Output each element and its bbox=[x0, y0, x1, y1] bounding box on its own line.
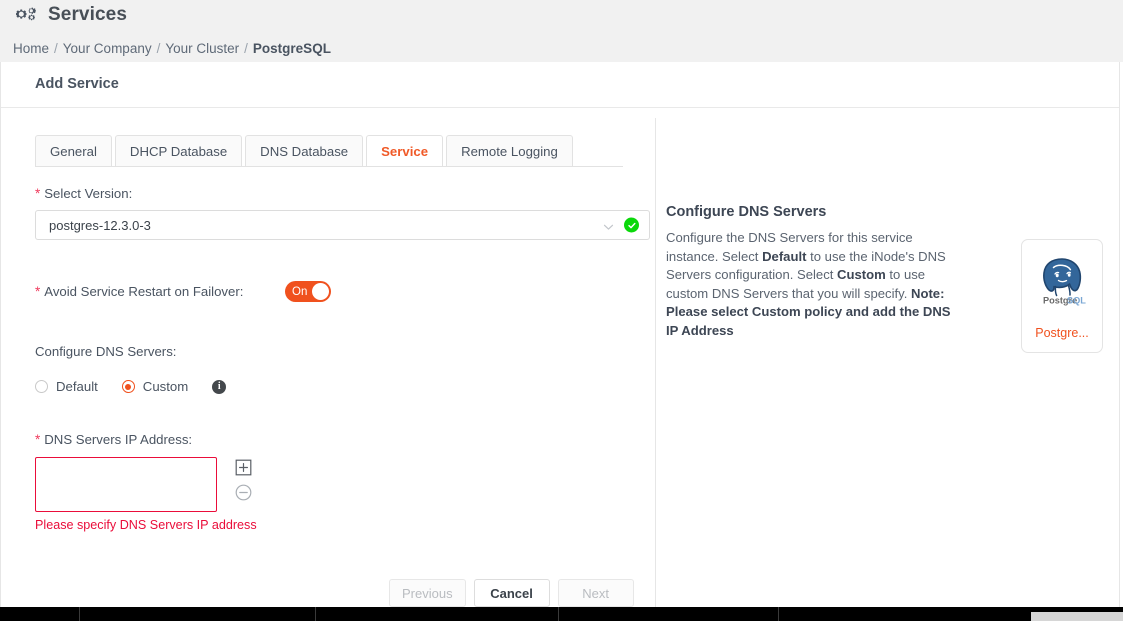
taskbar-start-area[interactable] bbox=[0, 607, 78, 621]
dns-ip-label-text: DNS Servers IP Address bbox=[44, 432, 189, 447]
tab-label: Service bbox=[381, 143, 429, 159]
help-emphasis: Default bbox=[762, 248, 807, 264]
wizard-button-row: Previous Cancel Next bbox=[389, 579, 634, 607]
radio-indicator bbox=[121, 380, 135, 393]
taskbar-separator bbox=[778, 607, 779, 621]
breadcrumb-separator: / bbox=[156, 41, 161, 56]
required-marker: * bbox=[35, 186, 41, 201]
radio-option-label: Default bbox=[56, 379, 98, 394]
cancel-button[interactable]: Cancel bbox=[473, 579, 550, 607]
breadcrumb-item-your-company[interactable]: Your Company bbox=[63, 41, 152, 56]
avoid-restart-label-text: Avoid Service Restart on Failover bbox=[44, 284, 240, 299]
previous-button: Previous bbox=[389, 579, 466, 607]
dns-ip-textarea[interactable] bbox=[35, 457, 217, 512]
app-root: Services Home / Your Company / Your Cluster /… bbox=[0, 0, 1123, 621]
radio-indicator bbox=[35, 380, 48, 393]
breadcrumb: Home / Your Company / Your Cluster / PostgreSQ… bbox=[13, 41, 331, 56]
card-header: Add Service bbox=[1, 62, 1119, 108]
help-panel-body: Configure the DNS Servers for this servi… bbox=[666, 229, 956, 341]
page-title: Services bbox=[48, 4, 127, 25]
taskbar-tray-area[interactable] bbox=[1031, 612, 1123, 621]
help-panel: Configure DNS Servers Configure the DNS … bbox=[666, 204, 956, 341]
tab-label: DNS Database bbox=[260, 143, 349, 159]
card-title: Add Service bbox=[35, 76, 119, 92]
radio-option-custom[interactable]: Custom bbox=[121, 379, 189, 394]
service-tile-caption: Postgre... bbox=[1035, 326, 1089, 340]
select-version-value: postgres-12.3.0-3 bbox=[49, 217, 151, 233]
dns-ip-row-controls bbox=[235, 457, 252, 501]
help-panel-title: Configure DNS Servers bbox=[666, 204, 827, 220]
tab-bar: General DHCP Database DNS Database Service R… bbox=[35, 134, 576, 167]
configure-dns-label-text: Configure DNS Servers bbox=[35, 344, 173, 359]
select-version-colon: : bbox=[128, 186, 133, 201]
tab-label: Remote Logging bbox=[461, 143, 558, 159]
tab-service[interactable]: Service bbox=[366, 135, 444, 167]
avoid-restart-row: * Avoid Service Restart on Failover : On bbox=[35, 281, 635, 302]
breadcrumb-item-postgresql: PostgreSQL bbox=[252, 41, 331, 56]
cogs-icon bbox=[14, 5, 40, 25]
dns-ip-input-row bbox=[35, 457, 635, 512]
help-emphasis: Custom bbox=[837, 267, 886, 283]
plus-square-icon[interactable] bbox=[235, 459, 252, 476]
breadcrumb-item-home[interactable]: Home bbox=[13, 41, 49, 56]
radio-option-label: Custom bbox=[142, 379, 189, 394]
select-version-dropdown[interactable]: postgres-12.3.0-3 bbox=[35, 210, 650, 240]
postgresql-logo-icon: Postgre SQL bbox=[1034, 254, 1090, 310]
panel-divider bbox=[655, 118, 656, 607]
main-card: Add Service General DHCP Database DNS Data… bbox=[0, 62, 1120, 607]
tab-dhcp-database[interactable]: DHCP Database bbox=[114, 135, 243, 167]
button-label: Cancel bbox=[490, 585, 533, 601]
chevron-down-icon[interactable] bbox=[603, 220, 614, 231]
toggle-knob bbox=[312, 283, 329, 300]
avoid-restart-colon: : bbox=[239, 284, 244, 299]
os-taskbar[interactable] bbox=[0, 607, 1123, 621]
configure-dns-colon: : bbox=[172, 344, 177, 359]
tab-underline bbox=[35, 166, 623, 167]
required-marker: * bbox=[35, 432, 41, 447]
taskbar-separator bbox=[79, 607, 80, 621]
page-title-row: Services bbox=[14, 0, 127, 30]
taskbar-separator bbox=[558, 607, 559, 621]
avoid-restart-toggle[interactable]: On bbox=[285, 281, 331, 302]
tab-dns-database[interactable]: DNS Database bbox=[245, 135, 364, 167]
breadcrumb-item-your-cluster[interactable]: Your Cluster bbox=[165, 41, 239, 56]
tab-label: General bbox=[50, 143, 97, 159]
required-marker: * bbox=[35, 284, 41, 299]
dns-ip-error-message: Please specify DNS Servers IP address bbox=[35, 518, 257, 532]
check-circle-icon bbox=[624, 217, 639, 233]
select-version-label: * Select Version : bbox=[35, 186, 635, 201]
taskbar-separator bbox=[315, 607, 316, 621]
radio-option-default[interactable]: Default bbox=[35, 379, 98, 394]
info-icon[interactable]: i bbox=[212, 379, 227, 394]
dns-ip-label: * DNS Servers IP Address : bbox=[35, 432, 635, 447]
tab-general[interactable]: General bbox=[35, 135, 112, 167]
next-button: Next bbox=[557, 579, 634, 607]
button-label: Previous bbox=[402, 585, 453, 601]
card-content: General DHCP Database DNS Database Service R… bbox=[1, 108, 1119, 607]
page-header: Services Home / Your Company / Your Cluster /… bbox=[0, 0, 1123, 62]
breadcrumb-separator: / bbox=[244, 41, 248, 56]
configure-dns-label: Configure DNS Servers : bbox=[35, 344, 635, 359]
service-type-tile[interactable]: Postgre SQL Postgre... bbox=[1021, 239, 1103, 353]
svg-text:SQL: SQL bbox=[1067, 296, 1086, 306]
configure-dns-radio-group: Default Custom i bbox=[35, 379, 635, 394]
minus-circle-icon[interactable] bbox=[235, 484, 252, 501]
tab-remote-logging[interactable]: Remote Logging bbox=[446, 135, 573, 167]
select-version-label-text: Select Version bbox=[44, 186, 129, 201]
avoid-restart-toggle-state: On bbox=[292, 285, 308, 298]
avoid-restart-label: * Avoid Service Restart on Failover : bbox=[35, 284, 285, 299]
breadcrumb-separator: / bbox=[54, 41, 58, 56]
button-label: Next bbox=[582, 585, 609, 601]
tab-label: DHCP Database bbox=[129, 143, 228, 159]
service-form: * Select Version : postgres-12.3.0-3 * A… bbox=[35, 186, 650, 532]
dns-ip-colon: : bbox=[188, 432, 193, 447]
